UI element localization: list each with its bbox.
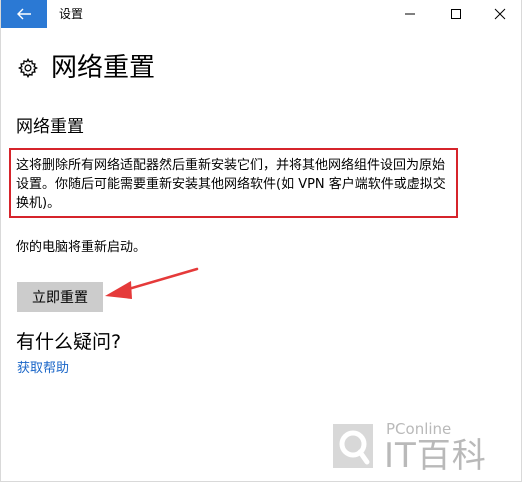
section-title: 网络重置: [16, 117, 84, 137]
pconline-watermark: PConline IT百科: [331, 418, 511, 478]
close-button[interactable]: [477, 0, 522, 28]
get-help-link[interactable]: 获取帮助: [17, 360, 69, 378]
window-title: 设置: [59, 7, 84, 21]
minimize-icon: [405, 13, 415, 15]
gear-icon: [17, 57, 39, 79]
page-title: 网络重置: [51, 53, 156, 83]
title-bar: 设置: [1, 0, 521, 28]
annotation-arrow-icon: [105, 267, 199, 299]
arrow-left-icon: [17, 8, 31, 20]
settings-window: 设置 网络重置 网络重置 这将删除所有网络适配器然后重新安装它们，并将其他网络组…: [0, 0, 522, 482]
page-header: 网络重置: [17, 50, 155, 86]
reset-now-button[interactable]: 立即重置: [17, 282, 103, 312]
watermark-main: IT百科: [384, 436, 487, 476]
help-question: 有什么疑问?: [16, 331, 122, 353]
reset-description: 这将删除所有网络适配器然后重新安装它们，并将其他网络组件设回为原始设置。你随后可…: [16, 158, 446, 211]
maximize-icon: [451, 9, 461, 19]
restart-note: 你的电脑将重新启动。: [16, 240, 147, 255]
maximize-button[interactable]: [433, 0, 479, 28]
close-icon: [494, 8, 506, 20]
back-button[interactable]: [1, 0, 47, 28]
minimize-button[interactable]: [387, 0, 433, 28]
pconline-logo-icon: [333, 424, 373, 468]
